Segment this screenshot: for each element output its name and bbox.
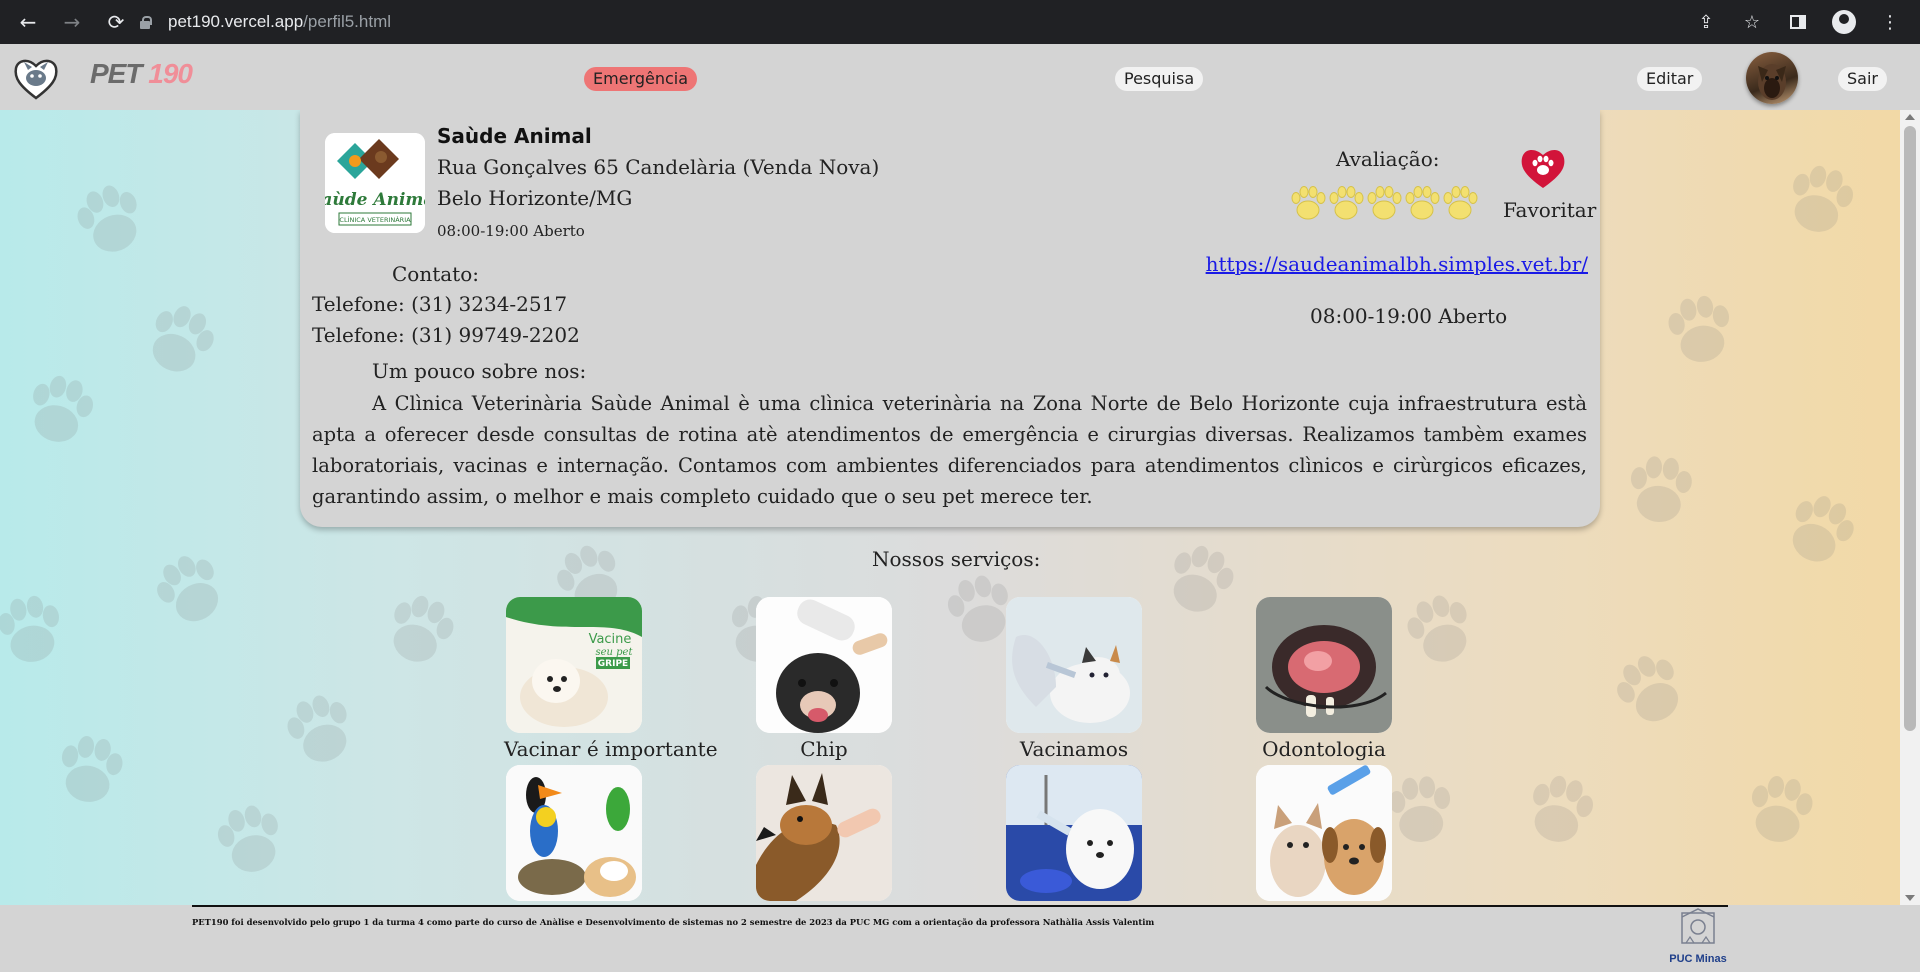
- vaccine-badge-line-2: seu pet: [595, 647, 633, 658]
- back-icon[interactable]: ←: [12, 6, 44, 38]
- about-title: Um pouco sobre nos:: [372, 359, 587, 383]
- puc-minas-logo-icon[interactable]: PUC Minas: [1668, 907, 1728, 967]
- service-card[interactable]: [504, 765, 644, 905]
- address-bar[interactable]: pet190.vercel.app/perfil5.html: [138, 4, 1778, 40]
- cat-dog-syringe-icon: [1256, 765, 1392, 901]
- footer-credits: PET190 foi desenvolvido pelo grupo 1 da …: [192, 917, 1155, 927]
- service-card[interactable]: Vacinamos: [1004, 597, 1144, 761]
- site-header: PET 190 Emergência Pesquisa Editar Sair: [0, 48, 1920, 110]
- german-shepherd-icon: [756, 765, 892, 901]
- scroll-up-icon[interactable]: [1905, 114, 1915, 120]
- cat-vaccination-icon: [1006, 597, 1142, 733]
- clinic-logo-text: Saùde Animal: [325, 190, 425, 210]
- heart-dog-logo-icon[interactable]: [12, 54, 60, 102]
- reload-icon[interactable]: ⟳: [100, 6, 132, 38]
- vet-injection-icon: [1006, 765, 1142, 901]
- url-host: pet190.vercel.app: [168, 12, 304, 31]
- browser-toolbar: ← → ⟳ pet190.vercel.app/perfil5.html ⇪ ☆…: [0, 0, 1920, 44]
- menu-icon[interactable]: ⋮: [1874, 6, 1906, 38]
- brand-text-190: 190: [148, 58, 193, 89]
- profile-icon[interactable]: [1828, 6, 1860, 38]
- clinic-address: Rua Gonçalves 65 Candelària (Venda Nova)…: [437, 155, 880, 210]
- logout-button[interactable]: Sair: [1838, 67, 1887, 91]
- service-label: Vacinamos: [1019, 737, 1129, 761]
- phone-1: Telefone: (31) 3234-2517: [312, 292, 568, 316]
- rating-paw-icon[interactable]: [1440, 184, 1480, 224]
- service-card[interactable]: [754, 765, 894, 905]
- rating-label: Avaliação:: [1336, 147, 1440, 171]
- service-label: Odontologia: [1262, 737, 1386, 761]
- rating-paw-icon[interactable]: [1364, 184, 1404, 224]
- emergency-button[interactable]: Emergência: [584, 67, 698, 91]
- service-label: Vacinar é importante: [504, 737, 718, 761]
- site-footer: PET190 foi desenvolvido pelo grupo 1 da …: [0, 905, 1920, 972]
- page-content: Saùde Animal CLÌNICA VETERINÀRIA Saùde A…: [0, 110, 1900, 905]
- service-label: Chip: [800, 737, 848, 761]
- favorite-heart-paw-icon[interactable]: [1518, 142, 1568, 192]
- page-scrollbar[interactable]: [1900, 110, 1920, 905]
- url-path: /perfil5.html: [303, 12, 392, 31]
- forward-icon[interactable]: →: [56, 6, 88, 38]
- service-card[interactable]: [1254, 765, 1394, 905]
- clinic-logo: Saùde Animal CLÌNICA VETERINÀRIA: [325, 133, 425, 233]
- puc-label: PUC Minas: [1669, 953, 1726, 965]
- star-icon[interactable]: ☆: [1736, 6, 1768, 38]
- avatar[interactable]: [1746, 52, 1798, 104]
- about-text: A Clìnica Veterinària Saùde Animal è uma…: [312, 392, 1587, 508]
- search-button[interactable]: Pesquisa: [1115, 67, 1204, 91]
- vaccine-badge-line-3: GRIPE: [598, 659, 628, 669]
- services-title: Nossos serviços:: [872, 547, 1041, 571]
- service-card[interactable]: Chip: [754, 597, 894, 761]
- rating-paw-icon[interactable]: [1402, 184, 1442, 224]
- service-card[interactable]: Vacine seu pet GRIPE Vacinar é important…: [504, 597, 718, 761]
- service-card[interactable]: Odontologia: [1254, 597, 1394, 761]
- clinic-name: Saùde Animal: [437, 124, 592, 148]
- edit-button[interactable]: Editar: [1637, 67, 1703, 91]
- phone-2: Telefone: (31) 99749-2202: [312, 323, 580, 347]
- clinic-logo-subtext: CLÌNICA VETERINÀRIA: [339, 215, 411, 224]
- clinic-hours-small: 08:00-19:00 Aberto: [437, 222, 585, 240]
- share-icon[interactable]: ⇪: [1690, 6, 1722, 38]
- scroll-down-icon[interactable]: [1905, 895, 1915, 901]
- side-panel-icon[interactable]: [1782, 6, 1814, 38]
- brand-logo[interactable]: PET 190: [90, 58, 193, 90]
- dental-exam-icon: [1256, 597, 1392, 733]
- scroll-thumb[interactable]: [1904, 126, 1916, 731]
- website-link[interactable]: https://saudeanimalbh.simples.vet.br/: [1206, 252, 1588, 276]
- puppy-vaccine-icon: Vacine seu pet GRIPE: [506, 597, 642, 733]
- vaccine-badge-line-1: Vacine: [589, 632, 632, 647]
- contact-title: Contato:: [392, 262, 480, 286]
- dog-microchip-icon: [756, 597, 892, 733]
- exotic-pets-icon: [506, 765, 642, 901]
- rating-paws[interactable]: [1288, 184, 1478, 224]
- rating-paw-icon[interactable]: [1288, 184, 1328, 224]
- brand-text-pet: PET: [90, 58, 142, 89]
- favorite-label[interactable]: Favoritar: [1503, 198, 1596, 222]
- lock-icon: [138, 15, 152, 29]
- rating-paw-icon[interactable]: [1326, 184, 1366, 224]
- clinic-hours: 08:00-19:00 Aberto: [1310, 304, 1508, 328]
- footer-divider: [192, 905, 1728, 907]
- clinic-profile-card: Saùde Animal CLÌNICA VETERINÀRIA Saùde A…: [300, 110, 1600, 527]
- service-card[interactable]: [1004, 765, 1144, 905]
